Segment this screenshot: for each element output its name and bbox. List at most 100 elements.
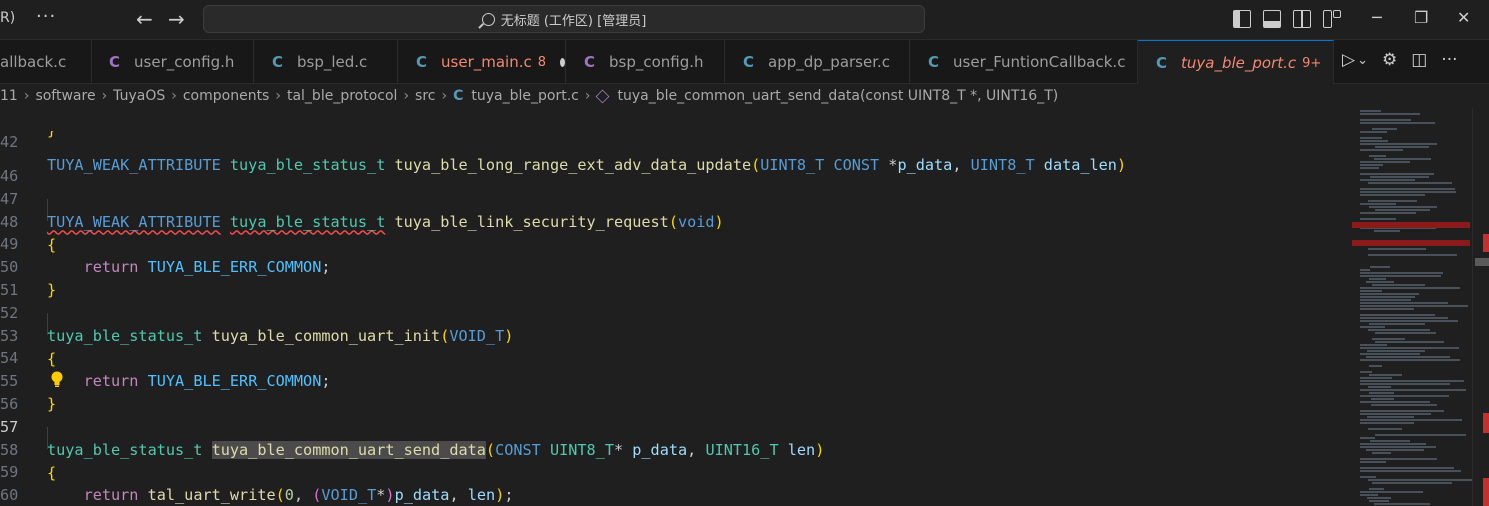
- c-file-icon: C: [584, 53, 596, 71]
- code-line[interactable]: 49 return TUYA_BLE_ERR_COMMON;: [0, 210, 1350, 276]
- breadcrumb-separator: ›: [403, 88, 410, 104]
- minimap-code-line: [1360, 470, 1461, 472]
- layout-controls: [1233, 10, 1341, 28]
- minimap[interactable]: [1350, 108, 1472, 506]
- code-line[interactable]: 56: [0, 370, 1350, 413]
- close-window-button[interactable]: ✕: [1457, 8, 1470, 27]
- minimap-code-line: [1370, 266, 1390, 268]
- code-line[interactable]: 46: [0, 142, 1350, 185]
- more-actions-icon[interactable]: ···: [1441, 50, 1457, 70]
- minimap-code-line: [1360, 308, 1414, 310]
- lightbulb-icon[interactable]: [50, 371, 64, 387]
- code-line[interactable]: 47 TUYA_WEAK_ATTRIBUTE tuya_ble_status_t…: [0, 165, 1350, 231]
- close-tab-icon[interactable]: ✕: [1333, 53, 1334, 73]
- minimap-code-line: [1371, 398, 1394, 400]
- editor-tab-bar: allback.c C user_config.h C bsp_led.c C …: [0, 40, 1489, 85]
- run-debug-icon[interactable]: ▷: [1342, 50, 1355, 70]
- code-line[interactable]: 53 {: [0, 302, 1350, 368]
- breadcrumb-item-symbol[interactable]: tuya_ble_common_uart_send_data(const UIN…: [617, 88, 1058, 104]
- minimap-code-line: [1360, 140, 1388, 142]
- breadcrumb-item-software[interactable]: software: [35, 88, 95, 104]
- more-menu-icon[interactable]: ···: [36, 6, 56, 27]
- code-line[interactable]: 61: [0, 484, 1350, 506]
- minimap-code-line: [1360, 320, 1458, 322]
- minimap-code-line: [1360, 137, 1382, 139]
- tab-user-config[interactable]: C user_config.h: [91, 40, 254, 84]
- breadcrumb-item-file[interactable]: tuya_ble_port.c: [471, 88, 578, 104]
- restore-button[interactable]: ❐: [1414, 8, 1428, 27]
- breadcrumb-item-tal-ble-protocol[interactable]: tal_ble_protocol: [287, 88, 397, 104]
- scrollbar-thumb[interactable]: [1475, 258, 1489, 266]
- minimap-code-line: [1360, 164, 1383, 166]
- toggle-panel-icon[interactable]: [1263, 10, 1281, 28]
- split-editor-icon[interactable]: ◫: [1411, 50, 1427, 70]
- back-arrow-icon[interactable]: ←: [136, 7, 153, 31]
- code-line[interactable]: 55 }: [0, 347, 1350, 413]
- editor-actions: ▷ ⌄ ⚙ ◫ ···: [1342, 50, 1458, 70]
- forward-arrow-icon[interactable]: →: [168, 7, 185, 31]
- minimap-code-line: [1360, 203, 1396, 205]
- menu-fragment[interactable]: R): [0, 10, 15, 26]
- tab-label: bsp_config.h: [609, 53, 704, 71]
- minimap-code-line: [1374, 158, 1431, 160]
- tab-user-main[interactable]: C user_main.c 8: [398, 40, 566, 84]
- minimap-code-line: [1367, 497, 1391, 499]
- breadcrumb-prefix[interactable]: 11: [0, 88, 18, 104]
- minimap-code-line: [1360, 401, 1430, 403]
- minimap-code-line: [1360, 422, 1414, 424]
- vertical-scrollbar[interactable]: [1472, 108, 1489, 506]
- code-line[interactable]: 59 return tal_uart_write(0, (VOID_T*)p_d…: [0, 438, 1350, 504]
- minimap-code-line: [1360, 179, 1415, 181]
- breadcrumb-separator: ›: [275, 88, 281, 104]
- code-line[interactable]: 48 {: [0, 188, 1350, 254]
- code-line[interactable]: 50 }: [0, 233, 1350, 299]
- code-line[interactable]: 60 }: [0, 461, 1350, 504]
- minimap-code-line: [1360, 131, 1387, 133]
- run-menu-chevron-icon[interactable]: ⌄: [1357, 53, 1368, 68]
- minimap-code-line: [1360, 410, 1444, 412]
- code-line[interactable]: 58 {: [0, 416, 1350, 482]
- code-line[interactable]: 54 return TUYA_BLE_ERR_COMMON;: [0, 324, 1350, 390]
- tab-bsp-led[interactable]: C bsp_led.c: [254, 40, 398, 84]
- tab-allback[interactable]: allback.c: [0, 40, 92, 84]
- minimap-code-line: [1360, 149, 1403, 151]
- minimap-code-line: [1360, 446, 1436, 448]
- tab-label: user_main.c: [441, 53, 532, 71]
- minimap-code-line: [1360, 389, 1466, 391]
- c-file-icon: C: [1156, 54, 1168, 72]
- minimap-code-line: [1369, 488, 1384, 490]
- minimap-code-line: [1375, 434, 1466, 436]
- minimap-code-line: [1368, 386, 1391, 388]
- tab-tuya-ble-port[interactable]: C tuya_ble_port.c 9+ ✕: [1138, 40, 1334, 85]
- breadcrumb-item-src[interactable]: src: [415, 88, 435, 104]
- customize-layout-icon[interactable]: [1323, 10, 1341, 28]
- tab-user-funtioncallback[interactable]: C user_FuntionCallback.c: [910, 40, 1138, 84]
- breadcrumb-separator: ›: [584, 88, 591, 104]
- minimap-code-line: [1375, 332, 1436, 334]
- tab-app-dp-parser[interactable]: C app_dp_parser.c: [725, 40, 910, 84]
- minimap-code-line: [1372, 128, 1397, 130]
- gear-icon[interactable]: ⚙: [1382, 50, 1397, 70]
- minimap-code-line: [1368, 479, 1472, 481]
- toggle-primary-sidebar-icon[interactable]: [1233, 10, 1251, 28]
- minimap-code-line: [1360, 122, 1435, 124]
- breadcrumb-item-components[interactable]: components: [183, 88, 270, 104]
- minimize-button[interactable]: ─: [1372, 8, 1382, 27]
- unsaved-dot-icon[interactable]: [560, 57, 565, 67]
- title-bar: R) ··· ← → 无标题 (工作区) [管理员] ─ ❐ ✕: [0, 0, 1489, 40]
- code-editor[interactable]: 42 TUYA_WEAK_ATTRIBUTE tuya_ble_status_t…: [0, 108, 1350, 506]
- minimap-code-line: [1360, 377, 1392, 379]
- c-file-icon: C: [928, 53, 940, 71]
- command-center-search[interactable]: 无标题 (工作区) [管理员]: [203, 5, 925, 33]
- code-line-current[interactable]: 57 tuya_ble_status_t tuya_ble_common_uar…: [0, 393, 1350, 459]
- minimap-code-line: [1367, 350, 1425, 352]
- breadcrumb-item-tuyaos[interactable]: TuyaOS: [113, 88, 165, 104]
- code-line[interactable]: 51: [0, 256, 1350, 299]
- minimap-code-line: [1360, 371, 1372, 373]
- toggle-secondary-sidebar-icon[interactable]: [1293, 10, 1311, 28]
- tab-bsp-config[interactable]: C bsp_config.h: [566, 40, 725, 84]
- code-line[interactable]: 42 TUYA_WEAK_ATTRIBUTE tuya_ble_status_t…: [0, 108, 1350, 174]
- code-line[interactable]: 52 tuya_ble_status_t tuya_ble_common_uar…: [0, 279, 1350, 345]
- minimap-code-line: [1360, 290, 1382, 292]
- symbol-cube-icon: [596, 89, 610, 103]
